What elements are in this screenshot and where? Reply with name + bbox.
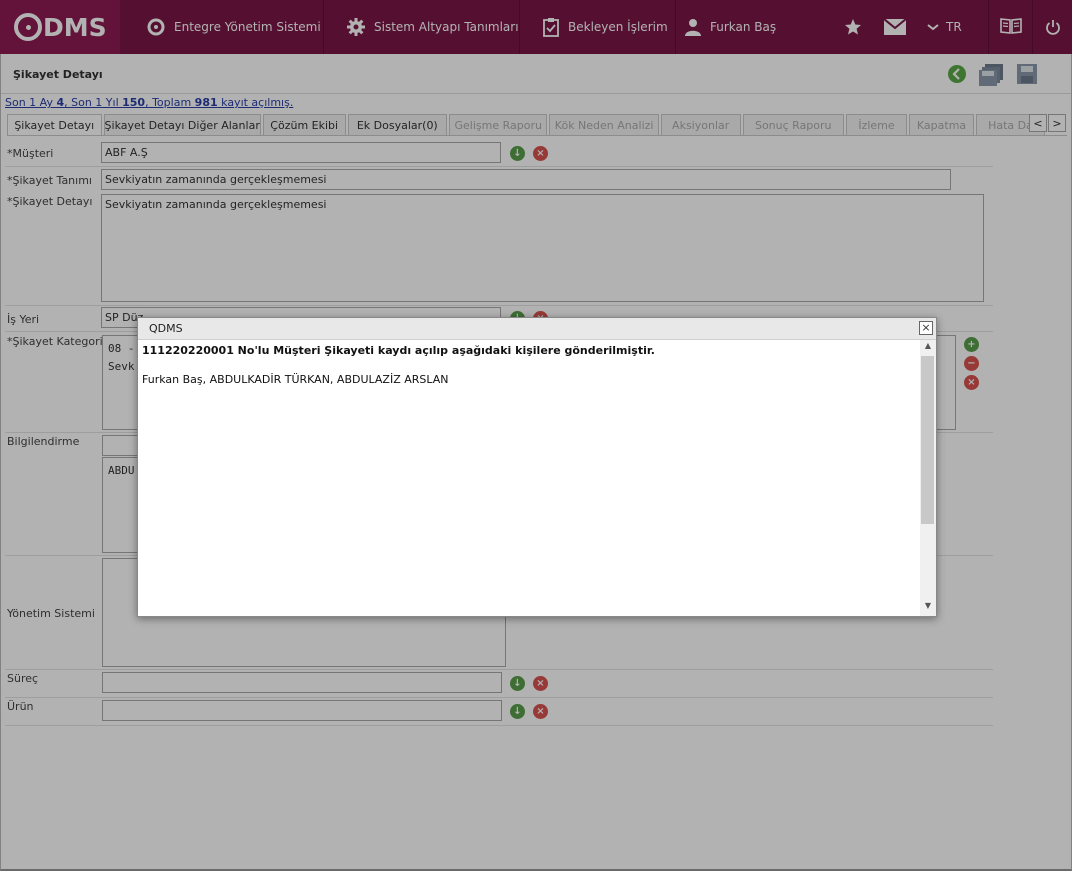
dialog-title: QDMS xyxy=(149,322,183,335)
dialog-recipients: Furkan Baş, ABDULKADİR TÜRKAN, ABDULAZİZ… xyxy=(142,373,449,386)
scroll-thumb[interactable] xyxy=(921,356,934,524)
dialog-scrollbar[interactable]: ▲ ▼ xyxy=(920,340,936,616)
dialog-header[interactable]: QDMS × xyxy=(138,318,936,340)
dialog-message: 111220220001 No'lu Müşteri Şikayeti kayd… xyxy=(142,344,655,357)
dialog-close-button[interactable]: × xyxy=(919,321,933,335)
dialog-body: 111220220001 No'lu Müşteri Şikayeti kayd… xyxy=(142,344,917,614)
scroll-up-icon[interactable]: ▲ xyxy=(920,341,936,355)
notification-dialog: QDMS × 111220220001 No'lu Müşteri Şikaye… xyxy=(137,317,937,617)
scroll-down-icon[interactable]: ▼ xyxy=(920,601,936,615)
